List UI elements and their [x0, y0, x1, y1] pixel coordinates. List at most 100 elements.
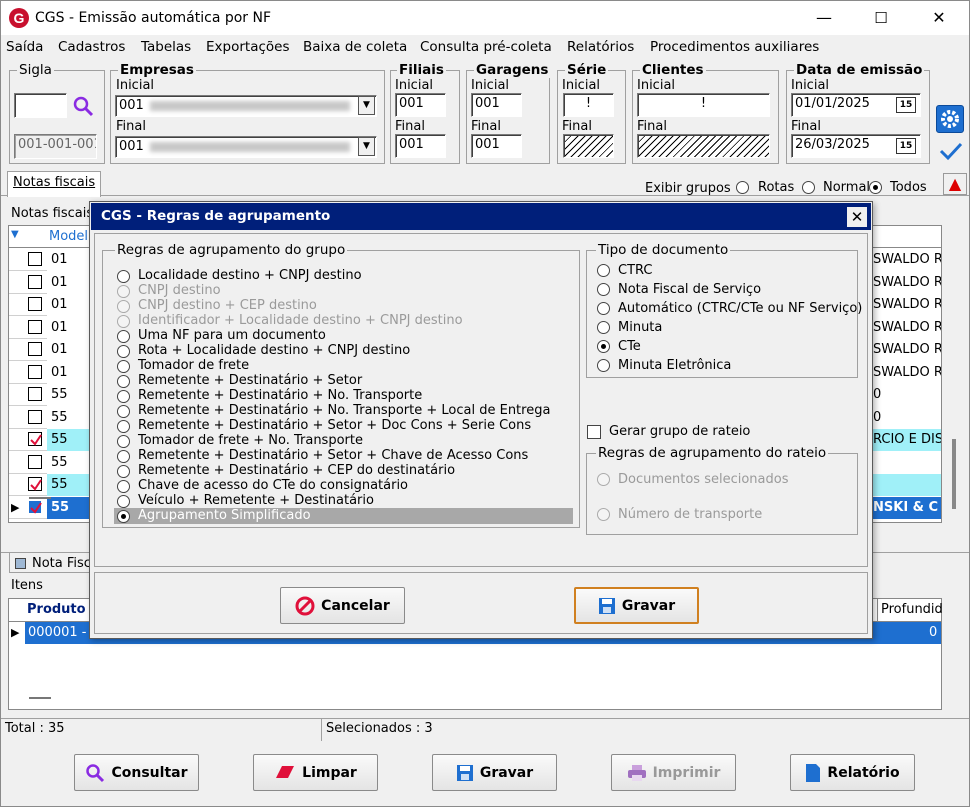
radio-normal[interactable]: [802, 181, 815, 194]
sort-down-icon[interactable]: ▼: [11, 229, 19, 240]
filiais-final-input[interactable]: 001: [395, 134, 446, 158]
radio-rotas[interactable]: [736, 181, 749, 194]
filiais-final-label: Final: [395, 119, 425, 134]
rule-radio[interactable]: [117, 285, 130, 298]
menu-consulta-pre-coleta[interactable]: Consulta pré-coleta: [420, 39, 552, 55]
rule-radio[interactable]: [117, 270, 130, 283]
menu-baixa-coleta[interactable]: Baixa de coleta: [303, 39, 407, 55]
menu-cadastros[interactable]: Cadastros: [58, 39, 125, 55]
close-button[interactable]: ✕: [916, 1, 962, 35]
rule-radio[interactable]: [117, 345, 130, 358]
garagens-inicial-input[interactable]: 001: [471, 93, 522, 117]
filiais-inicial-input[interactable]: 001: [395, 93, 446, 117]
rule-radio[interactable]: [117, 375, 130, 388]
dialog-gravar-button[interactable]: Gravar: [574, 587, 699, 624]
calendar-icon[interactable]: 15: [896, 138, 916, 154]
rule-radio[interactable]: [117, 360, 130, 373]
col-produto[interactable]: Produto: [27, 602, 86, 617]
consultar-button[interactable]: Consultar: [74, 754, 199, 791]
rule-radio[interactable]: [117, 390, 130, 403]
radio-todos[interactable]: [869, 181, 882, 194]
serie-inicial-input[interactable]: !: [563, 93, 614, 117]
rule-radio[interactable]: [117, 465, 130, 478]
tipo-radio[interactable]: [597, 302, 610, 315]
rule-label: Remetente + Destinatário + No. Transport…: [138, 388, 423, 403]
serie-final-input[interactable]: [563, 134, 614, 158]
clientes-final-input[interactable]: [637, 134, 770, 158]
tipo-radio[interactable]: [597, 359, 610, 372]
row-checkbox[interactable]: [28, 252, 42, 266]
rule-radio[interactable]: [117, 495, 130, 508]
rule-radio[interactable]: [117, 300, 130, 313]
window-title: CGS - Emissão automática por NF: [35, 10, 272, 26]
tipo-radio[interactable]: [597, 340, 610, 353]
radio-numero-transporte[interactable]: [597, 508, 610, 521]
menu-tabelas[interactable]: Tabelas: [141, 39, 191, 55]
chevron-down-icon[interactable]: ▼: [358, 96, 375, 115]
grid-footer-line: [29, 497, 51, 499]
row-checkbox[interactable]: [28, 319, 42, 334]
row-checkbox[interactable]: [28, 477, 42, 491]
empresas-inicial-select[interactable]: 001: [115, 95, 377, 117]
rateio-group: [586, 453, 858, 535]
rule-radio[interactable]: [117, 450, 130, 463]
row-checkbox[interactable]: [28, 342, 42, 356]
rule-label: Chave de acesso do CTe do consignatário: [138, 478, 409, 493]
settings-button[interactable]: [936, 105, 964, 133]
cancelar-button[interactable]: Cancelar: [280, 587, 405, 624]
rule-label: Identificador + Localidade destino + CNP…: [138, 313, 463, 328]
relatorio-button[interactable]: Relatório: [790, 754, 915, 791]
gravar-button[interactable]: Gravar: [432, 754, 557, 791]
tab-notas-fiscais[interactable]: Notas fiscais: [7, 171, 102, 197]
clientes-inicial-input[interactable]: !: [637, 93, 770, 117]
imprimir-button[interactable]: Imprimir: [611, 754, 736, 791]
calendar-icon[interactable]: 15: [896, 97, 916, 113]
rule-radio[interactable]: [117, 315, 130, 328]
rule-label: Uma NF para um documento: [138, 328, 326, 343]
search-icon[interactable]: [72, 95, 96, 117]
maximize-button[interactable]: ☐: [858, 1, 904, 35]
row-checkbox[interactable]: [28, 499, 42, 514]
sigla-input[interactable]: [14, 93, 67, 118]
minimize-button[interactable]: —: [801, 1, 847, 35]
tipo-radio[interactable]: [597, 283, 610, 296]
sigla-title: Sigla: [17, 62, 54, 78]
rule-radio[interactable]: [117, 510, 130, 523]
row-checkbox[interactable]: [28, 387, 42, 401]
row-checkbox[interactable]: [28, 432, 42, 446]
menu-procedimentos[interactable]: Procedimentos auxiliares: [650, 39, 819, 55]
row-checkbox[interactable]: [28, 364, 42, 379]
dialog-close-button[interactable]: ✕: [847, 207, 867, 227]
row-checkbox[interactable]: [28, 297, 42, 311]
tipo-radio[interactable]: [597, 264, 610, 277]
col-model[interactable]: Model: [49, 229, 88, 244]
menu-relatorios[interactable]: Relatórios: [567, 39, 634, 55]
rule-radio[interactable]: [117, 420, 130, 433]
chevron-down-icon[interactable]: ▼: [358, 137, 375, 156]
limpar-button[interactable]: Limpar: [253, 754, 378, 791]
row-checkbox[interactable]: [28, 274, 42, 289]
row-checkbox[interactable]: [28, 454, 42, 469]
check-icon[interactable]: [938, 140, 964, 162]
row-right-cell: NSKI & C: [873, 499, 939, 515]
garagens-final-input[interactable]: 001: [471, 134, 522, 158]
rule-radio[interactable]: [117, 435, 130, 448]
menu-exportacoes[interactable]: Exportações: [206, 39, 290, 55]
arrow-up-icon[interactable]: ▲: [943, 173, 967, 195]
radio-documentos-selecionados[interactable]: [597, 473, 610, 486]
exibir-label: Exibir grupos: [645, 181, 731, 196]
scrollbar-thumb[interactable]: [952, 439, 956, 509]
rule-radio[interactable]: [117, 330, 130, 343]
tipo-radio[interactable]: [597, 321, 610, 334]
empresas-final-select[interactable]: 001: [115, 136, 377, 158]
clientes-final-label: Final: [637, 119, 667, 134]
rule-radio[interactable]: [117, 405, 130, 418]
col-profundidade[interactable]: Profundid: [877, 599, 943, 621]
gerar-rateio-checkbox[interactable]: [587, 425, 601, 439]
itens-row-produto: 000001 -: [28, 625, 87, 640]
menu-saida[interactable]: Saída: [6, 39, 43, 55]
rule-radio[interactable]: [117, 480, 130, 493]
row-checkbox[interactable]: [28, 409, 42, 424]
tab-nota-fisc[interactable]: Nota Fisc: [9, 553, 97, 573]
dialog-title: CGS - Regras de agrupamento: [101, 208, 331, 224]
